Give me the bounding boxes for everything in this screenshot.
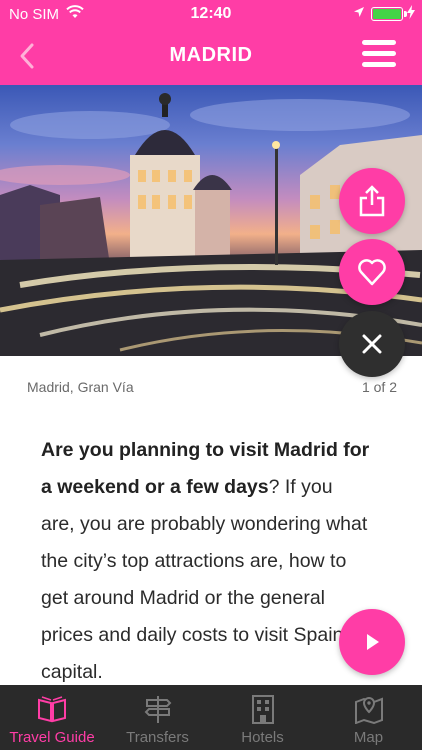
tab-transfers[interactable]: Transfers	[105, 685, 210, 750]
book-icon	[38, 696, 66, 723]
tab-hotels[interactable]: Hotels	[210, 685, 315, 750]
hotel-icon	[251, 695, 274, 724]
favorite-button[interactable]	[339, 239, 405, 305]
share-button[interactable]	[339, 168, 405, 234]
location-arrow-icon	[354, 7, 364, 17]
tab-bar: Travel Guide Transfers Hotels Map	[0, 685, 422, 750]
status-bar: No SIM 12:40	[0, 0, 422, 30]
caption-text: Madrid, Gran Vía	[27, 379, 134, 395]
menu-button[interactable]	[362, 40, 398, 70]
close-button[interactable]	[339, 311, 405, 377]
nav-bar: MADRID	[0, 30, 422, 85]
close-icon	[362, 334, 382, 354]
article-text: Are you planning to visit Madrid for a w…	[41, 432, 371, 691]
photo-caption: Madrid, Gran Vía 1 of 2	[27, 379, 397, 395]
battery-icon	[371, 7, 407, 21]
page-title: MADRID	[169, 44, 253, 66]
tab-label: Map	[353, 729, 384, 746]
play-button[interactable]	[339, 609, 405, 675]
share-icon	[359, 185, 385, 217]
photo-counter: 1 of 2	[361, 379, 397, 395]
top-bar: No SIM 12:40 MADRID	[0, 0, 422, 85]
play-icon	[367, 634, 379, 650]
charging-bolt-icon	[407, 5, 415, 19]
tab-label: Transfers	[126, 729, 189, 746]
article-body-text: ? If you are, you are probably wondering…	[41, 476, 368, 683]
signpost-icon	[144, 696, 171, 723]
tab-label: Hotels	[241, 729, 284, 746]
tab-travel-guide[interactable]: Travel Guide	[0, 685, 104, 750]
tab-map[interactable]: Map	[315, 685, 422, 750]
map-icon	[354, 696, 383, 724]
tab-label: Travel Guide	[9, 729, 95, 746]
heart-icon	[358, 259, 386, 286]
